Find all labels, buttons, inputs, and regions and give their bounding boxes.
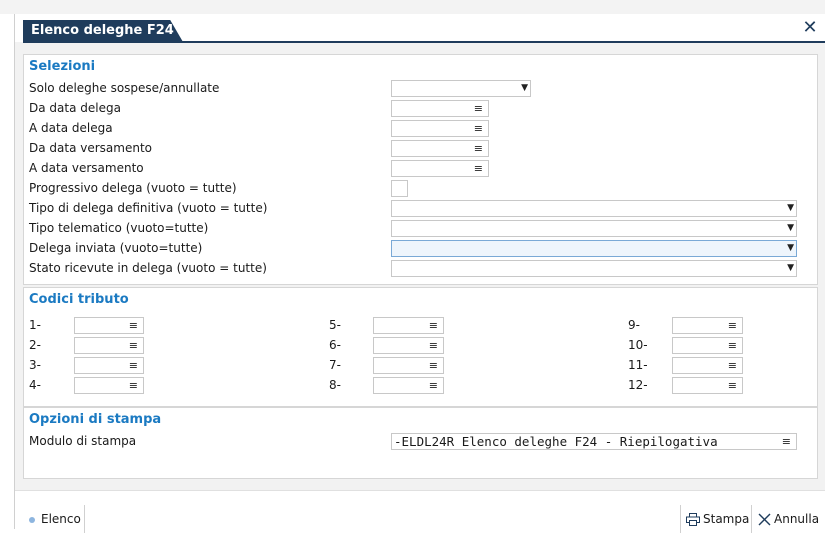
codici-tributo-panel: Codici tributo 1- ≡ 2- ≡ 3- ≡ 4- ≡ 5- ≡ …: [23, 287, 818, 407]
opzioni-stampa-title: Opzioni di stampa: [29, 412, 162, 427]
tipo-telematico-label: Tipo telematico (vuoto=tutte): [29, 221, 209, 235]
modulo-stampa-value: -ELDL24R Elenco deleghe F24 - Riepilogat…: [394, 434, 718, 449]
codice-11-label: 11-: [628, 358, 648, 372]
menu-icon: ≡: [473, 162, 483, 175]
modulo-stampa-label: Modulo di stampa: [29, 434, 137, 448]
codice-3-label: 3-: [29, 358, 41, 372]
solo-deleghe-label: Solo deleghe sospese/annullate: [29, 81, 220, 95]
menu-icon: ≡: [128, 359, 138, 372]
delega-inviata-label: Delega inviata (vuoto=tutte): [29, 241, 203, 255]
menu-icon: ≡: [128, 379, 138, 392]
menu-icon: ≡: [428, 359, 438, 372]
stato-ricevute-dropdown[interactable]: ▼: [391, 260, 797, 277]
menu-icon: ≡: [727, 319, 737, 332]
codice-9-field[interactable]: ≡: [672, 317, 743, 334]
codice-7-field[interactable]: ≡: [373, 357, 444, 374]
selezioni-panel: Selezioni Solo deleghe sospese/annullate…: [23, 54, 818, 285]
annulla-label: Annulla: [774, 512, 820, 526]
da-data-delega-label: Da data delega: [29, 101, 121, 115]
chevron-down-icon: ▼: [787, 263, 794, 273]
printer-icon: [686, 513, 700, 526]
codice-12-label: 12-: [628, 378, 648, 392]
codici-tributo-title: Codici tributo: [29, 292, 129, 307]
codice-4-label: 4-: [29, 378, 41, 392]
codice-1-label: 1-: [29, 318, 41, 332]
title-underline: [23, 41, 825, 43]
menu-icon: ≡: [727, 339, 737, 352]
top-strip: [0, 0, 825, 14]
a-data-delega-label: A data delega: [29, 121, 113, 135]
codice-5-field[interactable]: ≡: [373, 317, 444, 334]
chevron-down-icon: ▼: [787, 243, 794, 253]
codice-2-field[interactable]: ≡: [74, 337, 144, 354]
footer-bar: Elenco Stampa Annulla: [15, 490, 825, 533]
codice-8-label: 8-: [329, 378, 341, 392]
window-title: Elenco deleghe F24: [23, 20, 183, 42]
codice-5-label: 5-: [329, 318, 341, 332]
a-data-delega-field[interactable]: ≡: [391, 120, 489, 137]
tipo-delega-label: Tipo di delega definitiva (vuoto = tutte…: [29, 201, 268, 215]
title-bar: Elenco deleghe F24 ✕: [15, 14, 825, 43]
bullet-icon: [29, 516, 35, 523]
tipo-telematico-dropdown[interactable]: ▼: [391, 220, 797, 237]
codice-4-field[interactable]: ≡: [74, 377, 144, 394]
selezioni-title: Selezioni: [29, 59, 96, 74]
da-data-delega-field[interactable]: ≡: [391, 100, 489, 117]
progressivo-delega-label: Progressivo delega (vuoto = tutte): [29, 181, 237, 195]
codice-11-field[interactable]: ≡: [672, 357, 743, 374]
da-data-versamento-label: Da data versamento: [29, 141, 152, 155]
codice-12-field[interactable]: ≡: [672, 377, 743, 394]
codice-1-field[interactable]: ≡: [74, 317, 144, 334]
codice-9-label: 9-: [628, 318, 640, 332]
codice-7-label: 7-: [329, 358, 341, 372]
codice-6-label: 6-: [329, 338, 341, 352]
menu-icon: ≡: [473, 122, 483, 135]
dialog-window: Elenco deleghe F24 ✕ Selezioni Solo dele…: [14, 14, 825, 533]
codice-2-label: 2-: [29, 338, 41, 352]
chevron-down-icon: ▼: [787, 203, 794, 213]
da-data-versamento-field[interactable]: ≡: [391, 140, 489, 157]
solo-deleghe-dropdown[interactable]: ▼: [391, 80, 531, 97]
a-data-versamento-label: A data versamento: [29, 161, 144, 175]
menu-icon: ≡: [473, 142, 483, 155]
a-data-versamento-field[interactable]: ≡: [391, 160, 489, 177]
menu-icon: ≡: [778, 434, 791, 449]
close-icon[interactable]: ✕: [800, 18, 820, 38]
menu-icon: ≡: [428, 319, 438, 332]
stampa-label: Stampa: [703, 512, 750, 526]
elenco-label: Elenco: [41, 512, 81, 526]
menu-icon: ≡: [428, 379, 438, 392]
chevron-down-icon: ▼: [787, 223, 794, 233]
menu-icon: ≡: [428, 339, 438, 352]
codice-8-field[interactable]: ≡: [373, 377, 444, 394]
progressivo-delega-field[interactable]: [391, 180, 408, 197]
codice-3-field[interactable]: ≡: [74, 357, 144, 374]
stato-ricevute-label: Stato ricevute in delega (vuoto = tutte): [29, 261, 267, 275]
menu-icon: ≡: [727, 359, 737, 372]
codice-10-field[interactable]: ≡: [672, 337, 743, 354]
tipo-delega-dropdown[interactable]: ▼: [391, 200, 797, 217]
menu-icon: ≡: [128, 339, 138, 352]
menu-icon: ≡: [727, 379, 737, 392]
close-icon: [758, 513, 771, 526]
codice-10-label: 10-: [628, 338, 648, 352]
modulo-stampa-field[interactable]: -ELDL24R Elenco deleghe F24 - Riepilogat…: [391, 433, 797, 450]
chevron-down-icon: ▼: [521, 83, 528, 93]
delega-inviata-dropdown[interactable]: ▼: [391, 240, 797, 257]
codice-6-field[interactable]: ≡: [373, 337, 444, 354]
menu-icon: ≡: [128, 319, 138, 332]
menu-icon: ≡: [473, 102, 483, 115]
opzioni-stampa-panel: Opzioni di stampa Modulo di stampa -ELDL…: [23, 407, 818, 479]
